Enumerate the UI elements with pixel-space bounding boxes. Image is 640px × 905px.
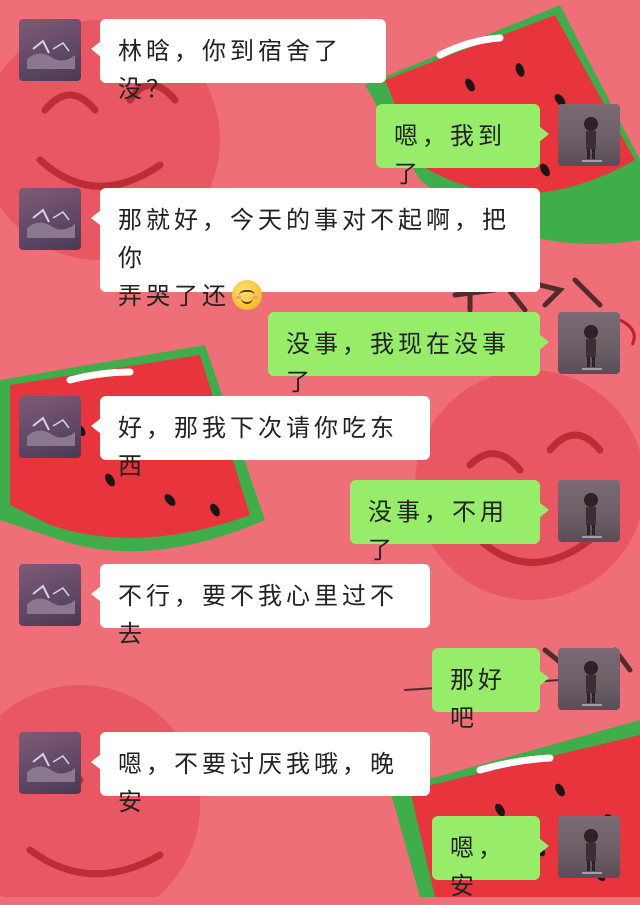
- friend-avatar[interactable]: [19, 188, 81, 250]
- message-text-line: 那就好，今天的事对不起啊，把你: [118, 206, 510, 272]
- my-message-bubble[interactable]: 没事，我现在没事了: [268, 312, 549, 396]
- my-message-bubble[interactable]: 嗯，安: [432, 816, 549, 900]
- my-avatar[interactable]: [558, 816, 620, 878]
- friend-message-bubble[interactable]: 不行，要不我心里过不去: [91, 564, 430, 648]
- friend-avatar[interactable]: [19, 19, 81, 81]
- my-message-bubble[interactable]: 嗯，我到了: [376, 104, 549, 188]
- my-avatar[interactable]: [558, 648, 620, 710]
- friend-avatar[interactable]: [19, 396, 81, 458]
- my-avatar[interactable]: [558, 104, 620, 166]
- friend-message-bubble[interactable]: 嗯，不要讨厌我哦，晚安: [91, 732, 430, 816]
- friend-message-bubble[interactable]: 好，那我下次请你吃东西: [91, 396, 430, 480]
- friend-message-bubble[interactable]: 那就好，今天的事对不起啊，把你 弄哭了还: [91, 188, 540, 310]
- friend-avatar[interactable]: [19, 564, 81, 626]
- my-avatar[interactable]: [558, 480, 620, 542]
- my-message-bubble[interactable]: 那好吧: [432, 648, 549, 732]
- message-text-line: 弄哭了还: [118, 277, 522, 315]
- friend-avatar[interactable]: [19, 732, 81, 794]
- my-avatar[interactable]: [558, 312, 620, 374]
- friend-message-bubble[interactable]: 林晗，你到宿舍了没？: [91, 19, 386, 103]
- smiling-face-emoji-icon: [232, 280, 262, 310]
- my-message-bubble[interactable]: 没事，不用了: [350, 480, 549, 564]
